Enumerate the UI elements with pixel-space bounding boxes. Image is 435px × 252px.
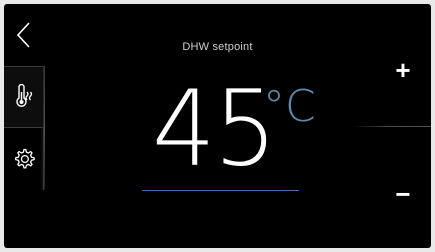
setpoint-unit: °C	[263, 81, 316, 132]
value-underline	[142, 190, 299, 191]
plus-icon: +	[395, 54, 411, 85]
rail-divider	[44, 66, 45, 190]
decrease-button[interactable]: −	[375, 164, 431, 224]
setpoint-value: 45	[152, 67, 277, 190]
tab-settings[interactable]	[4, 128, 44, 190]
thermometer-icon	[15, 84, 32, 107]
page-title: DHW setpoint	[182, 41, 253, 53]
tab-temperature[interactable]	[4, 66, 44, 128]
minus-icon: −	[395, 178, 411, 209]
controls-divider	[353, 126, 431, 127]
screen: DHW setpoint 45 °C + −	[4, 4, 431, 248]
gear-icon	[14, 148, 35, 169]
increase-button[interactable]: +	[375, 40, 431, 100]
back-button[interactable]	[4, 4, 44, 66]
